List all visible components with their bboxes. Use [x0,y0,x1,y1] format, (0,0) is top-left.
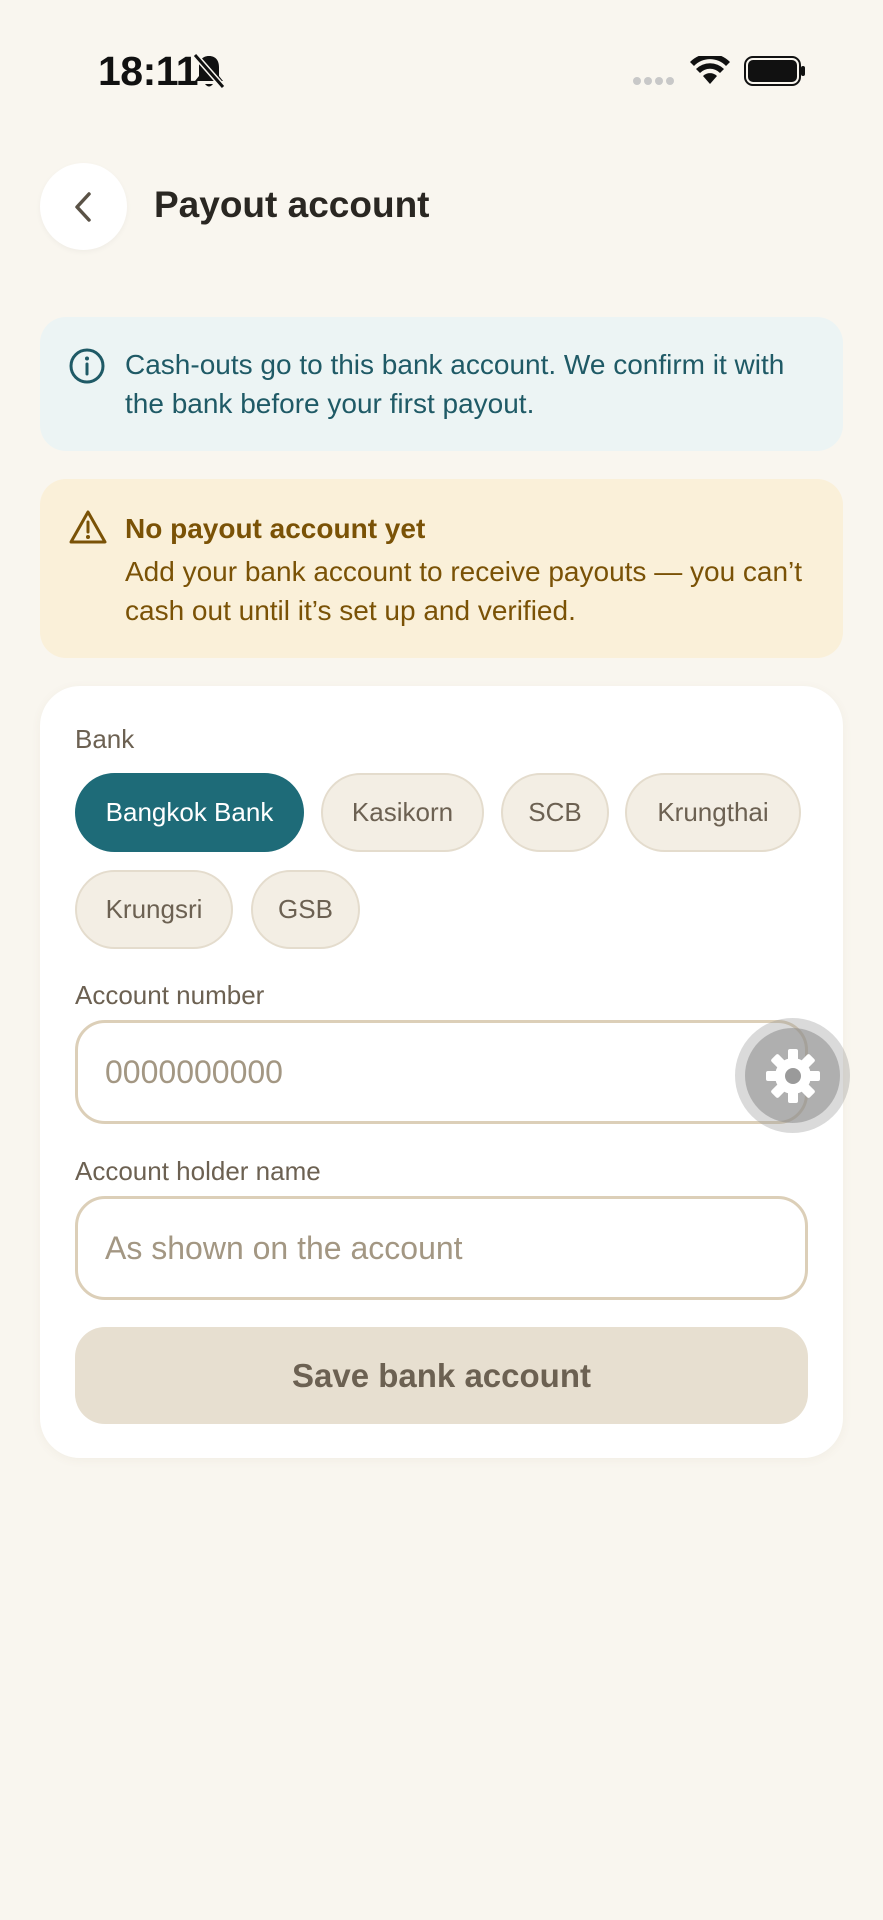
holder-name-input[interactable] [75,1196,808,1300]
chevron-left-icon [74,191,91,222]
wifi-icon [690,56,730,84]
floating-settings-button[interactable] [745,1028,840,1123]
holder-name-label: Account holder name [75,1156,321,1186]
account-number-input[interactable] [75,1020,808,1124]
info-banner-text: Cash-outs go to this bank account. We co… [125,349,785,419]
bank-chip-gsb[interactable]: GSB [251,870,360,949]
bank-chip-krungsri[interactable]: Krungsri [75,870,233,949]
page-title: Payout account [154,184,430,225]
info-icon [69,348,105,384]
bank-chip-bangkok-bank[interactable]: Bangkok Bank [75,773,304,852]
bank-chip-krungthai[interactable]: Krungthai [625,773,801,852]
gear-icon [765,1048,820,1103]
bank-label: Bank [75,724,135,754]
bank-chip-kasikorn[interactable]: Kasikorn [321,773,484,852]
save-bank-account-button[interactable]: Save bank account [75,1327,808,1424]
bank-chip-scb[interactable]: SCB [501,773,609,852]
status-bar: 18:11 [0,0,883,140]
account-number-label: Account number [75,980,265,1010]
warning-title: No payout account yet [125,513,426,544]
back-button[interactable] [40,163,127,250]
warning-text: Add your bank account to receive payouts… [125,556,803,626]
bell-muted-icon [192,53,226,89]
battery-icon [744,56,805,86]
warning-triangle-icon [69,510,107,544]
status-time: 18:11 [98,48,199,94]
cellular-signal-icon [633,77,674,85]
